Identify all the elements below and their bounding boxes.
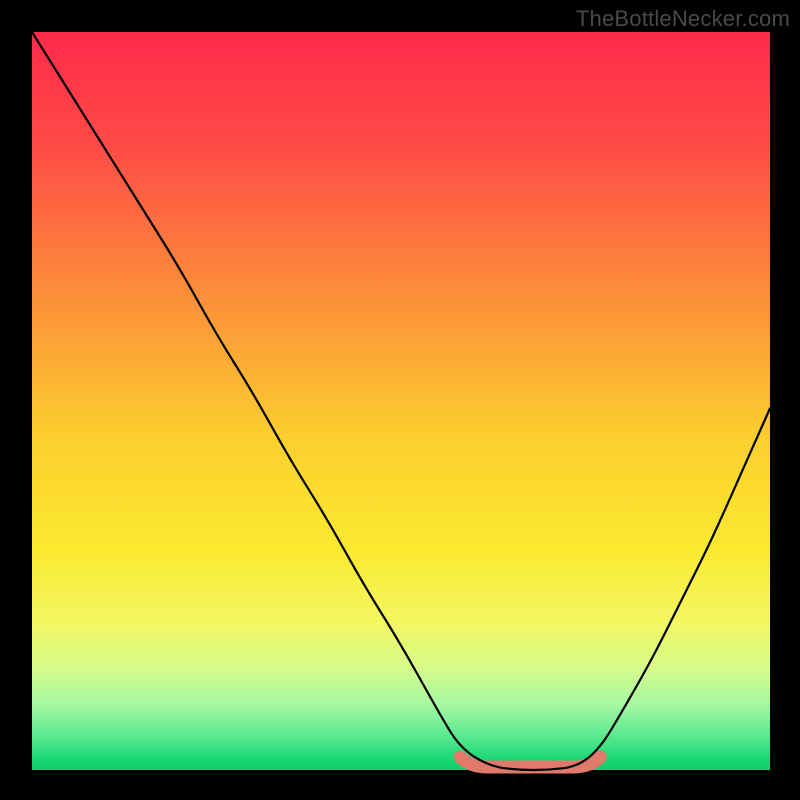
bottleneck-chart — [0, 0, 800, 800]
gradient-background — [32, 32, 770, 770]
chart-container: TheBottleNecker.com — [0, 0, 800, 800]
watermark-text: TheBottleNecker.com — [576, 6, 790, 32]
